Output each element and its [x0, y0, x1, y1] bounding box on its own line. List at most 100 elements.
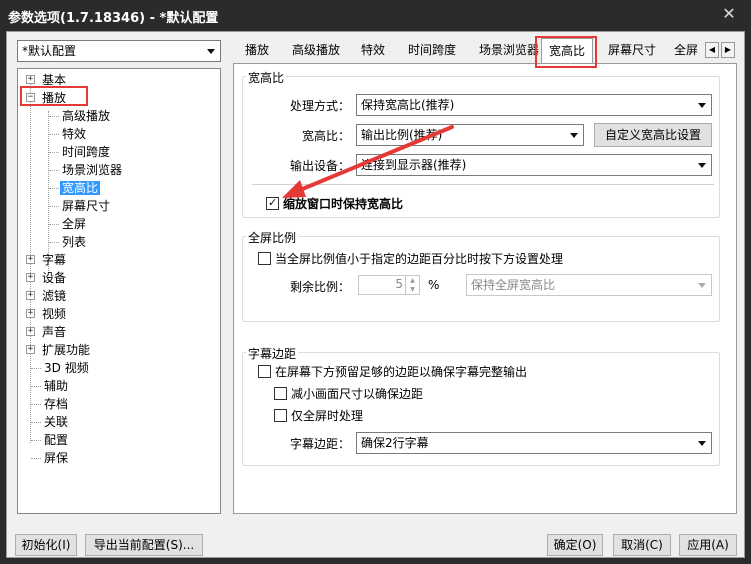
divider: [252, 184, 714, 185]
expand-plus-icon[interactable]: +: [26, 273, 35, 282]
tab-aspect-ratio[interactable]: 宽高比: [541, 38, 593, 64]
subtitle-margin-select[interactable]: 确保2行字幕: [356, 432, 712, 454]
tab-advanced-playback[interactable]: 高级播放: [285, 40, 347, 62]
tree-line: [31, 422, 41, 423]
tree-item-subtitles[interactable]: + 字幕: [18, 251, 218, 269]
tree-item-label: 声音: [42, 325, 67, 339]
tree-item-accessibility[interactable]: 辅助: [42, 377, 70, 395]
tree-item-screen-size[interactable]: 屏幕尺寸: [60, 197, 112, 215]
subtitle-margin-value: 确保2行字幕: [361, 436, 429, 450]
profile-select-value: *默认配置: [22, 44, 77, 58]
tab-fullscreen[interactable]: 全屏: [671, 40, 701, 62]
settings-tree: + 基本 − 播放 高级播放 特效 时间跨度 场景浏览器 宽高比 屏幕尺寸 全屏…: [17, 68, 221, 514]
subtitle-margin-label: 字幕边距：: [289, 437, 350, 451]
expand-plus-icon[interactable]: +: [26, 327, 35, 336]
ratio-select[interactable]: 输出比例(推荐): [356, 124, 584, 146]
checkbox-icon: [258, 252, 271, 265]
fullscreen-only-checkbox[interactable]: 仅全屏时处理: [274, 408, 363, 424]
group-title: 全屏比例: [246, 229, 299, 246]
tree-line: [31, 386, 41, 387]
tree-item-list[interactable]: 列表: [60, 233, 88, 251]
tree-item-label: 辅助: [44, 379, 69, 393]
reserve-margin-checkbox[interactable]: 在屏幕下方预留足够的边距以确保字幕完整输出: [258, 364, 527, 380]
tab-scene-browser[interactable]: 场景浏览器: [471, 40, 547, 62]
expand-plus-icon[interactable]: +: [26, 345, 35, 354]
checkbox-checked-icon: [266, 195, 279, 211]
tree-item-scene-browser[interactable]: 场景浏览器: [60, 161, 124, 179]
cancel-button[interactable]: 取消(C): [613, 534, 671, 556]
profile-select[interactable]: *默认配置: [17, 40, 221, 62]
tab-playback[interactable]: 播放: [239, 40, 275, 62]
checkbox-label: 当全屏比例值小于指定的边距百分比时按下方设置处理: [275, 252, 564, 266]
tree-item-video[interactable]: + 视频: [18, 305, 218, 323]
keep-aspect-on-resize-checkbox[interactable]: 缩放窗口时保持宽高比: [266, 195, 403, 212]
tree-item-archive[interactable]: 存档: [42, 395, 70, 413]
tree-item-extensions[interactable]: + 扩展功能: [18, 341, 218, 359]
tree-item-basic[interactable]: + 基本: [18, 71, 218, 89]
device-select[interactable]: 连接到显示器(推荐): [356, 154, 712, 176]
tree-item-3d-video[interactable]: 3D 视频: [42, 359, 91, 377]
tab-scroll-left-icon[interactable]: ◀: [705, 42, 719, 58]
tree-item-label: 高级播放: [62, 109, 111, 123]
tree-item-label: 屏幕尺寸: [62, 199, 111, 213]
expand-plus-icon[interactable]: +: [26, 309, 35, 318]
spinner-arrows-icon[interactable]: ▲ ▼: [405, 276, 419, 294]
tree-item-devices[interactable]: + 设备: [18, 269, 218, 287]
tab-panel-aspect-ratio: 宽高比 处理方式： 保持宽高比(推荐) 宽高比： 输出比例(推荐) 自定义宽高比…: [233, 63, 737, 514]
tree-item-timespan[interactable]: 时间跨度: [60, 143, 112, 161]
collapse-minus-icon[interactable]: −: [26, 93, 35, 102]
tree-item-label: 场景浏览器: [62, 163, 123, 177]
checkbox-label: 仅全屏时处理: [291, 409, 364, 423]
expand-plus-icon[interactable]: +: [26, 291, 35, 300]
tree-item-associations[interactable]: 关联: [42, 413, 70, 431]
export-config-button[interactable]: 导出当前配置(S)...: [85, 534, 203, 556]
tree-item-audio[interactable]: + 声音: [18, 323, 218, 341]
tab-scroll-right-icon[interactable]: ▶: [721, 42, 735, 58]
tab-timespan[interactable]: 时间跨度: [401, 40, 463, 62]
chevron-down-icon: [698, 441, 706, 446]
tree-item-filters[interactable]: + 滤镜: [18, 287, 218, 305]
chevron-down-icon: [207, 49, 215, 54]
shrink-picture-checkbox[interactable]: 减小画面尺寸以确保边距: [274, 386, 423, 402]
tree-item-effects[interactable]: 特效: [60, 125, 88, 143]
tree-line: [49, 224, 59, 225]
tree-item-aspect-ratio[interactable]: 宽高比: [60, 179, 101, 197]
window-title: 参数选项(1.7.18346) - *默认配置: [8, 11, 219, 26]
tree-item-label: 屏保: [44, 451, 69, 465]
custom-aspect-button[interactable]: 自定义宽高比设置: [594, 123, 712, 147]
expand-plus-icon[interactable]: +: [26, 75, 35, 84]
tree-line: [49, 116, 59, 117]
tree-line: [31, 440, 41, 441]
expand-plus-icon[interactable]: +: [26, 255, 35, 264]
tab-screen-size[interactable]: 屏幕尺寸: [601, 40, 663, 62]
fullscreen-mode-select[interactable]: 保持全屏宽高比: [466, 274, 712, 296]
tree-item-playback[interactable]: − 播放: [18, 89, 218, 107]
fullscreen-margin-checkbox[interactable]: 当全屏比例值小于指定的边距百分比时按下方设置处理: [258, 251, 563, 267]
group-title: 字幕边距: [246, 345, 299, 362]
tree-item-fullscreen[interactable]: 全屏: [60, 215, 88, 233]
tree-item-label: 扩展功能: [42, 343, 91, 357]
remain-ratio-spinner[interactable]: 5 ▲ ▼: [358, 275, 420, 295]
method-select-value: 保持宽高比(推荐): [361, 98, 455, 112]
checkbox-icon: [274, 409, 287, 422]
tree-item-advanced-playback[interactable]: 高级播放: [60, 107, 112, 125]
tab-effects[interactable]: 特效: [355, 40, 391, 62]
tree-item-label: 字幕: [42, 253, 67, 267]
fullscreen-mode-value: 保持全屏宽高比: [471, 278, 556, 292]
apply-button[interactable]: 应用(A): [679, 534, 737, 556]
initialize-button[interactable]: 初始化(I): [15, 534, 77, 556]
checkbox-icon: [274, 387, 287, 400]
tree-item-label: 全屏: [62, 217, 87, 231]
tree-line: [49, 206, 59, 207]
method-select[interactable]: 保持宽高比(推荐): [356, 94, 712, 116]
chevron-down-icon: [698, 283, 706, 288]
ok-button[interactable]: 确定(O): [547, 534, 603, 556]
tree-item-screensaver[interactable]: 屏保: [42, 449, 70, 467]
tree-item-label: 关联: [44, 415, 69, 429]
remain-ratio-label: 剩余比例：: [289, 280, 350, 294]
method-label: 处理方式：: [289, 99, 350, 113]
tree-item-label: 时间跨度: [62, 145, 111, 159]
tree-item-config[interactable]: 配置: [42, 431, 70, 449]
close-icon[interactable]: ✕: [719, 4, 739, 24]
tree-item-label: 存档: [44, 397, 69, 411]
